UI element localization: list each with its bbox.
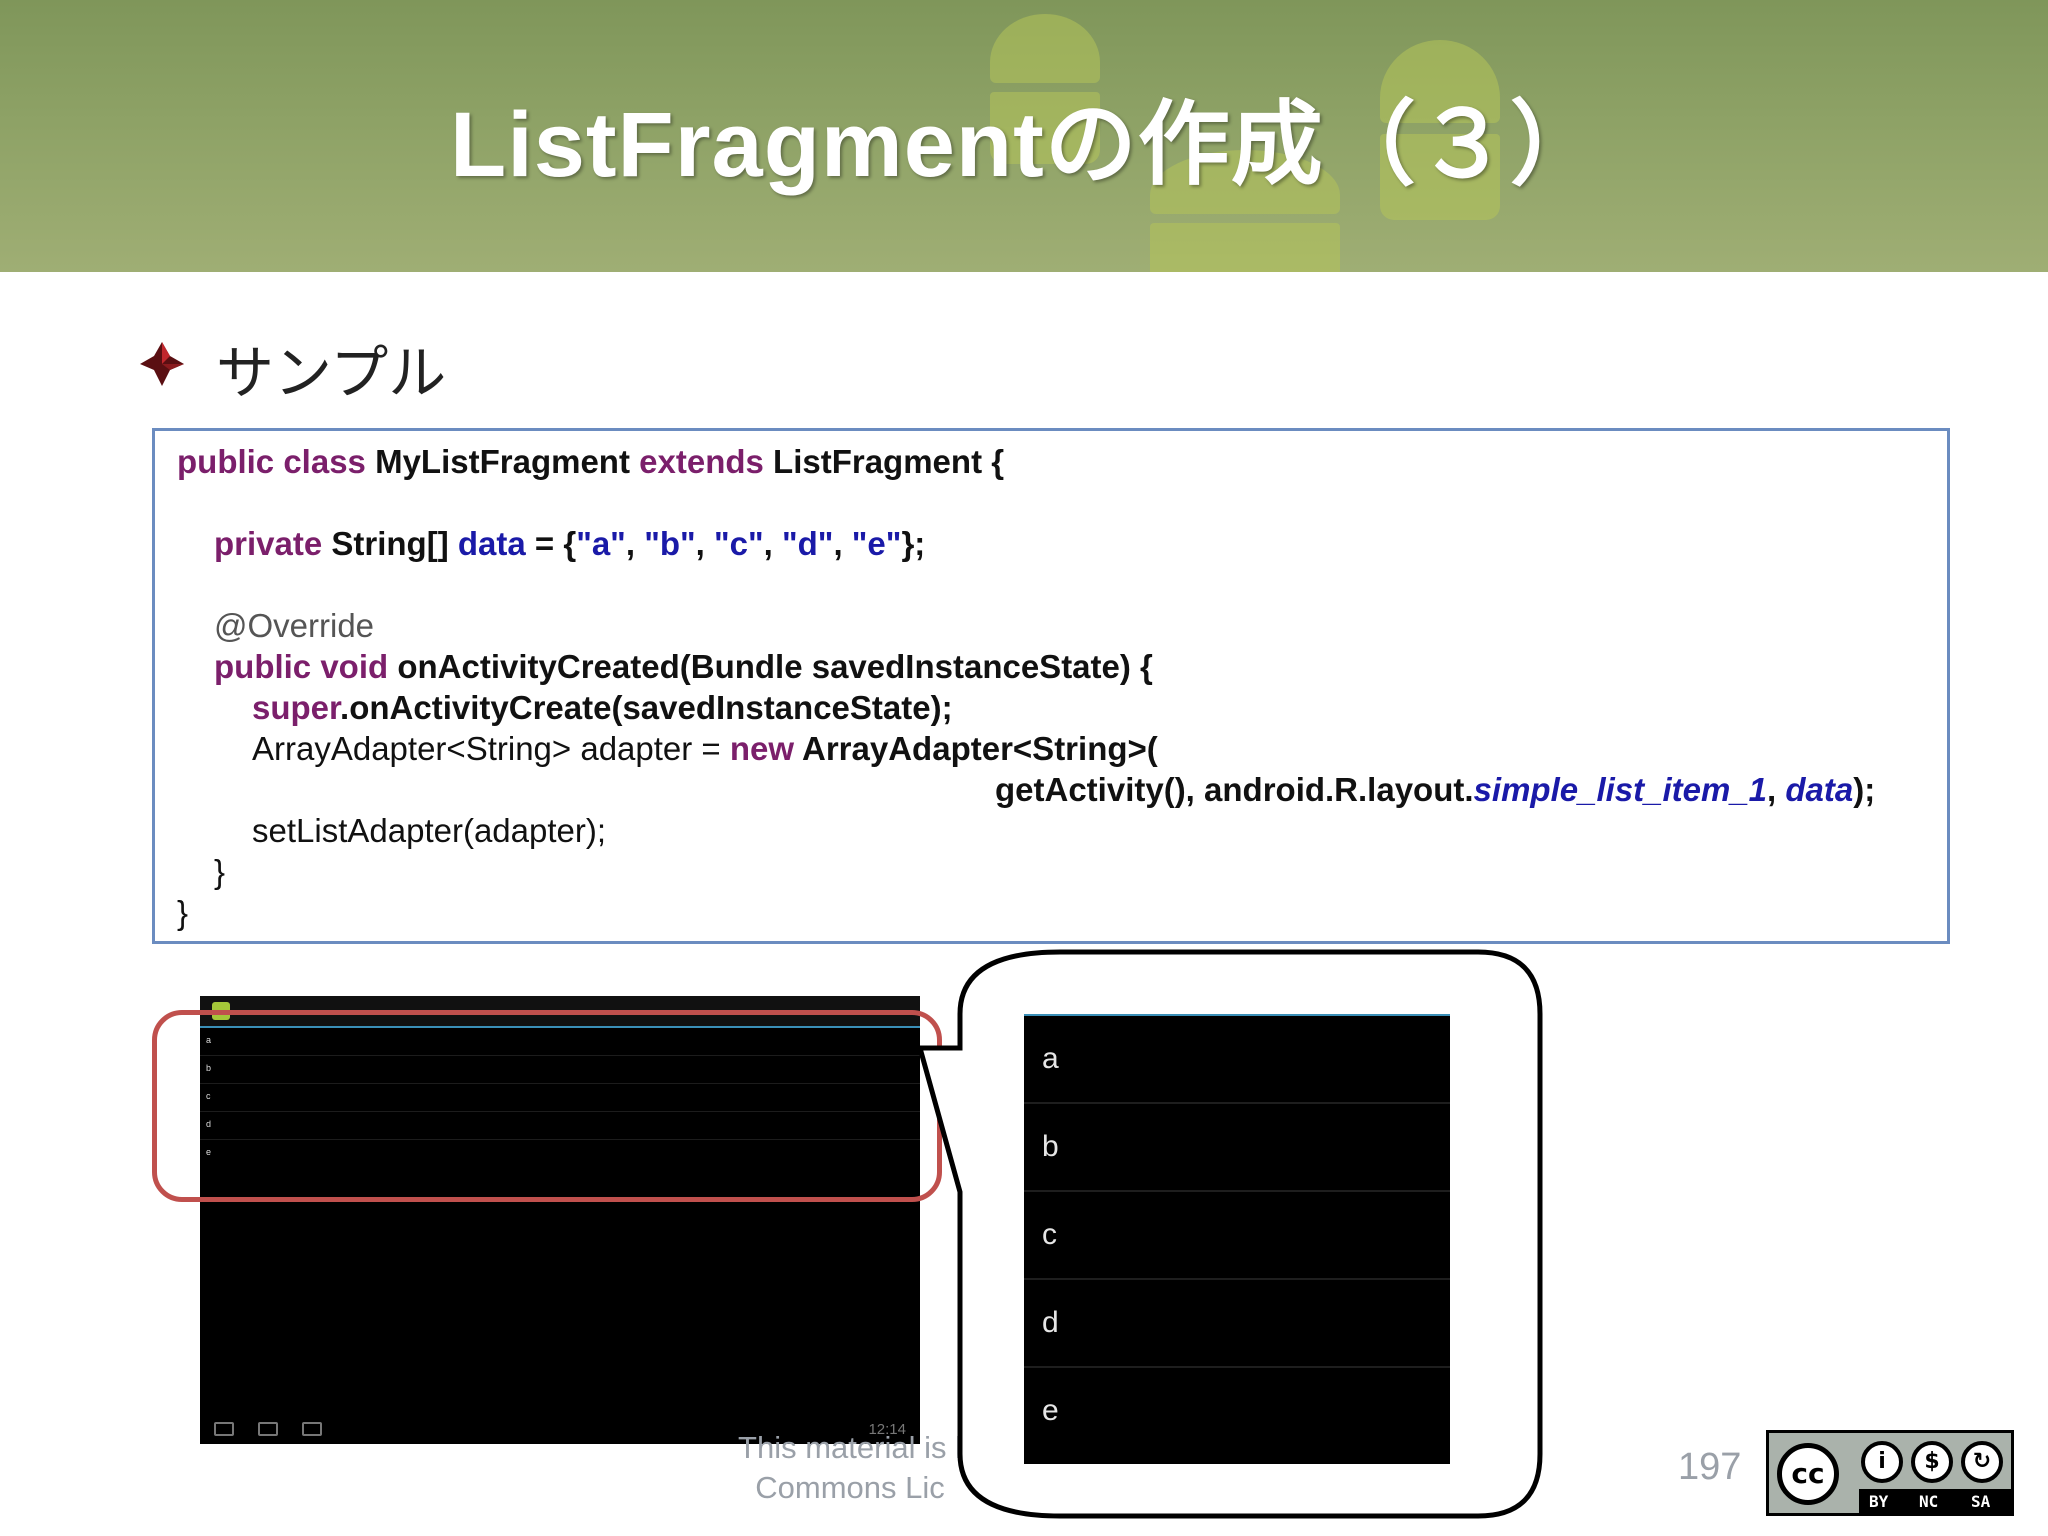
page-number: 197 [1678,1446,1742,1488]
code-token: , [695,525,714,562]
slide-title: ListFragmentの作成（３） [450,94,1603,196]
zoomed-list-item: d [1024,1280,1450,1368]
code-token: "c" [713,525,764,562]
code-line: super.onActivityCreate(savedInstanceStat… [252,689,953,727]
recent-apps-icon [302,1422,322,1436]
code-line: public class MyListFragment extends List… [177,443,1004,481]
code-token: } [177,894,189,931]
code-token: extends [639,443,774,480]
code-token: String[] [331,525,458,562]
noncommercial-icon: $ [1911,1441,1953,1483]
code-token: private [214,525,332,562]
code-token: = { [525,525,577,562]
code-token: "a" [576,525,626,562]
code-token: ListFragment { [773,443,1005,480]
code-line: } [177,894,188,932]
code-token: getActivity(), android.R.layout. [995,771,1474,808]
code-token: onActivityCreated(Bundle savedInstanceSt… [397,648,1153,685]
code-token: , [625,525,645,562]
code-token: .onActivityCreate(savedInstanceState); [340,689,953,726]
code-token: , [833,525,852,562]
code-token: , [1767,771,1786,808]
code-line: ArrayAdapter<String> adapter = new Array… [252,730,1158,768]
code-token: super [252,689,341,726]
back-icon [214,1422,234,1436]
code-token: data [457,525,526,562]
code-token: data [1785,771,1854,808]
slide-header: ListFragmentの作成（３） [0,0,2048,272]
code-line: } [214,853,225,891]
home-icon [258,1422,278,1436]
license-label: BY [1869,1492,1889,1511]
license-label: SA [1971,1492,1991,1511]
code-token: new [729,730,802,767]
code-line: public void onActivityCreated(Bundle sav… [214,648,1153,686]
code-token: "e" [851,525,902,562]
cc-license-badge: cc i $ ↻ BY NC SA [1766,1430,2014,1516]
footer-text: This material is l Commons Lic [700,1428,1000,1508]
code-token: }; [901,525,926,562]
footer-line: Commons Lic [755,1470,945,1505]
code-token: , [763,525,782,562]
code-token: simple_list_item_1 [1473,771,1768,808]
code-token: ); [1853,771,1876,808]
bullet-text: サンプル [216,339,447,407]
code-token: setListAdapter(adapter); [252,812,607,849]
cc-icon: cc [1777,1443,1839,1505]
code-line: getActivity(), android.R.layout.simple_l… [995,771,1875,809]
zoomed-list-item: c [1024,1192,1450,1280]
zoomed-list: a b c d e [1024,1014,1450,1464]
code-token: } [214,853,226,890]
code-token: MyListFragment [375,443,640,480]
code-token: @Override [214,607,375,644]
zoomed-list-item: e [1042,1394,1059,1427]
code-token: public void [214,648,398,685]
code-token: "b" [644,525,696,562]
zoomed-list-item: a [1024,1016,1450,1104]
code-token: ArrayAdapter<String> adapter = [252,730,730,767]
code-line: @Override [214,607,374,645]
zoomed-list-item: b [1024,1104,1450,1192]
code-token: ArrayAdapter<String>( [802,730,1158,767]
footer-line: This material is l [738,1430,962,1465]
attribution-icon: i [1861,1441,1903,1483]
code-line: setListAdapter(adapter); [252,812,606,850]
share-alike-icon: ↻ [1961,1441,2003,1483]
arrow-bullet-icon [140,342,184,386]
license-label: NC [1919,1492,1939,1511]
highlight-box [152,1010,942,1202]
code-line: private String[] data = {"a", "b", "c", … [214,525,925,563]
code-token: public class [177,443,376,480]
code-token: "d" [781,525,834,562]
code-block: public class MyListFragment extends List… [152,428,1950,944]
